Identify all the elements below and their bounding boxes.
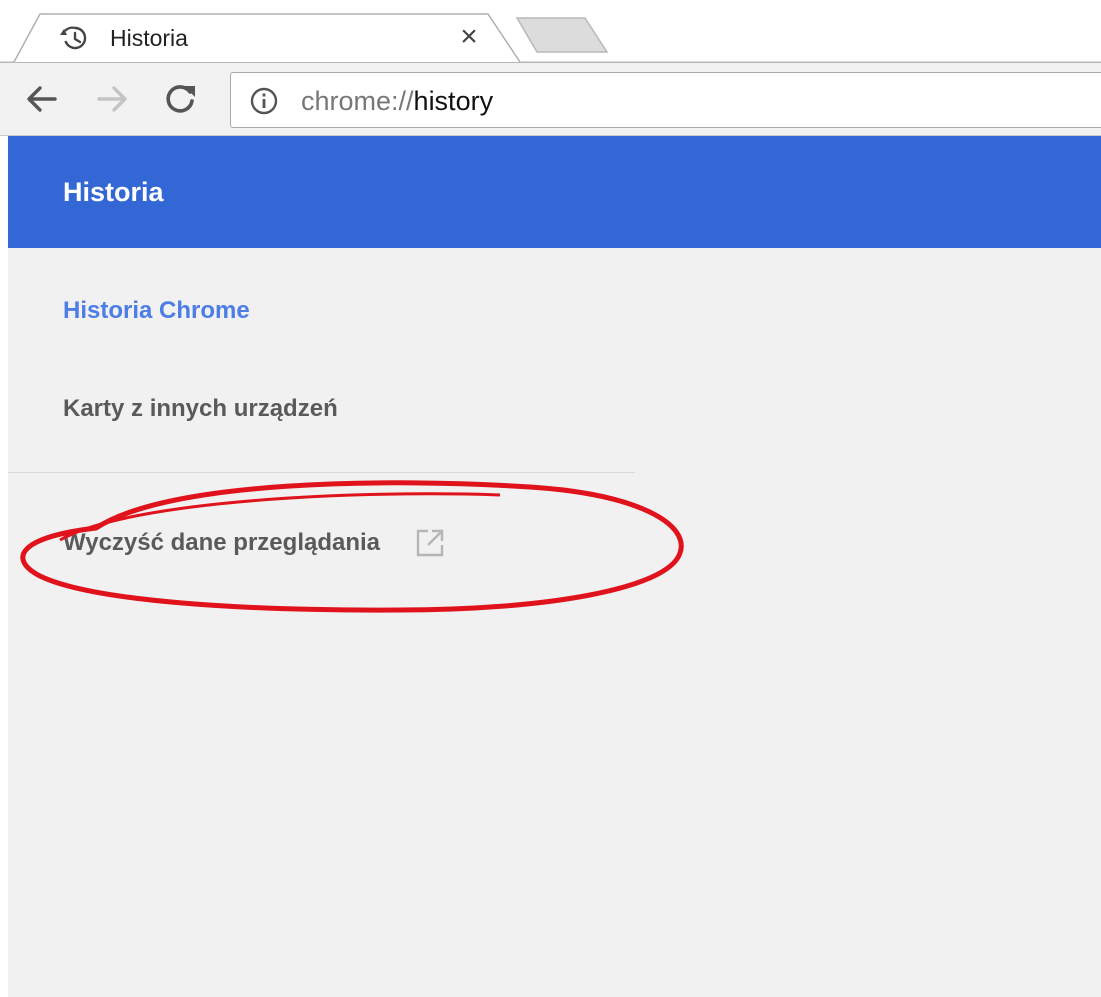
open-in-new-icon <box>416 529 444 557</box>
page-header: Historia <box>8 136 1101 248</box>
tab-history[interactable]: Historia × <box>40 14 495 62</box>
address-bar[interactable]: chrome://history <box>230 72 1101 128</box>
history-icon <box>60 26 87 50</box>
sidebar-item-label: Historia Chrome <box>63 297 250 324</box>
arrow-left-icon <box>27 86 57 112</box>
close-tab-button[interactable]: × <box>454 22 484 52</box>
history-sidebar: Historia Chrome Karty z innych urządzeń … <box>8 248 1101 997</box>
browser-window: Historia × chrome://history Historia His… <box>0 0 1101 997</box>
new-tab-button[interactable] <box>515 14 610 54</box>
close-icon: × <box>460 20 478 53</box>
sidebar-item-label: Wyczyść dane przeglądania <box>63 529 381 556</box>
sidebar-item-label: Karty z innych urządzeń <box>63 395 338 422</box>
tab-strip: Historia × <box>0 0 1101 62</box>
arrow-right-icon <box>97 86 127 112</box>
sidebar-item-clear-browsing-data[interactable]: Wyczyść dane przeglądania <box>63 525 448 561</box>
url-text[interactable]: chrome://history <box>301 85 493 117</box>
sidebar-divider <box>8 472 635 473</box>
reload-button[interactable] <box>160 79 200 119</box>
back-button[interactable] <box>22 79 62 119</box>
tab-title: Historia <box>110 25 188 51</box>
sidebar-item-chrome-history[interactable]: Historia Chrome <box>63 296 250 326</box>
page-title: Historia <box>63 177 164 207</box>
reload-icon <box>166 85 195 113</box>
info-icon[interactable] <box>249 86 279 116</box>
browser-toolbar: chrome://history <box>0 62 1101 136</box>
sidebar-item-other-devices[interactable]: Karty z innych urządzeń <box>63 394 338 424</box>
forward-button[interactable] <box>92 79 132 119</box>
url-host: history <box>413 86 494 116</box>
url-scheme: chrome:// <box>301 86 414 116</box>
